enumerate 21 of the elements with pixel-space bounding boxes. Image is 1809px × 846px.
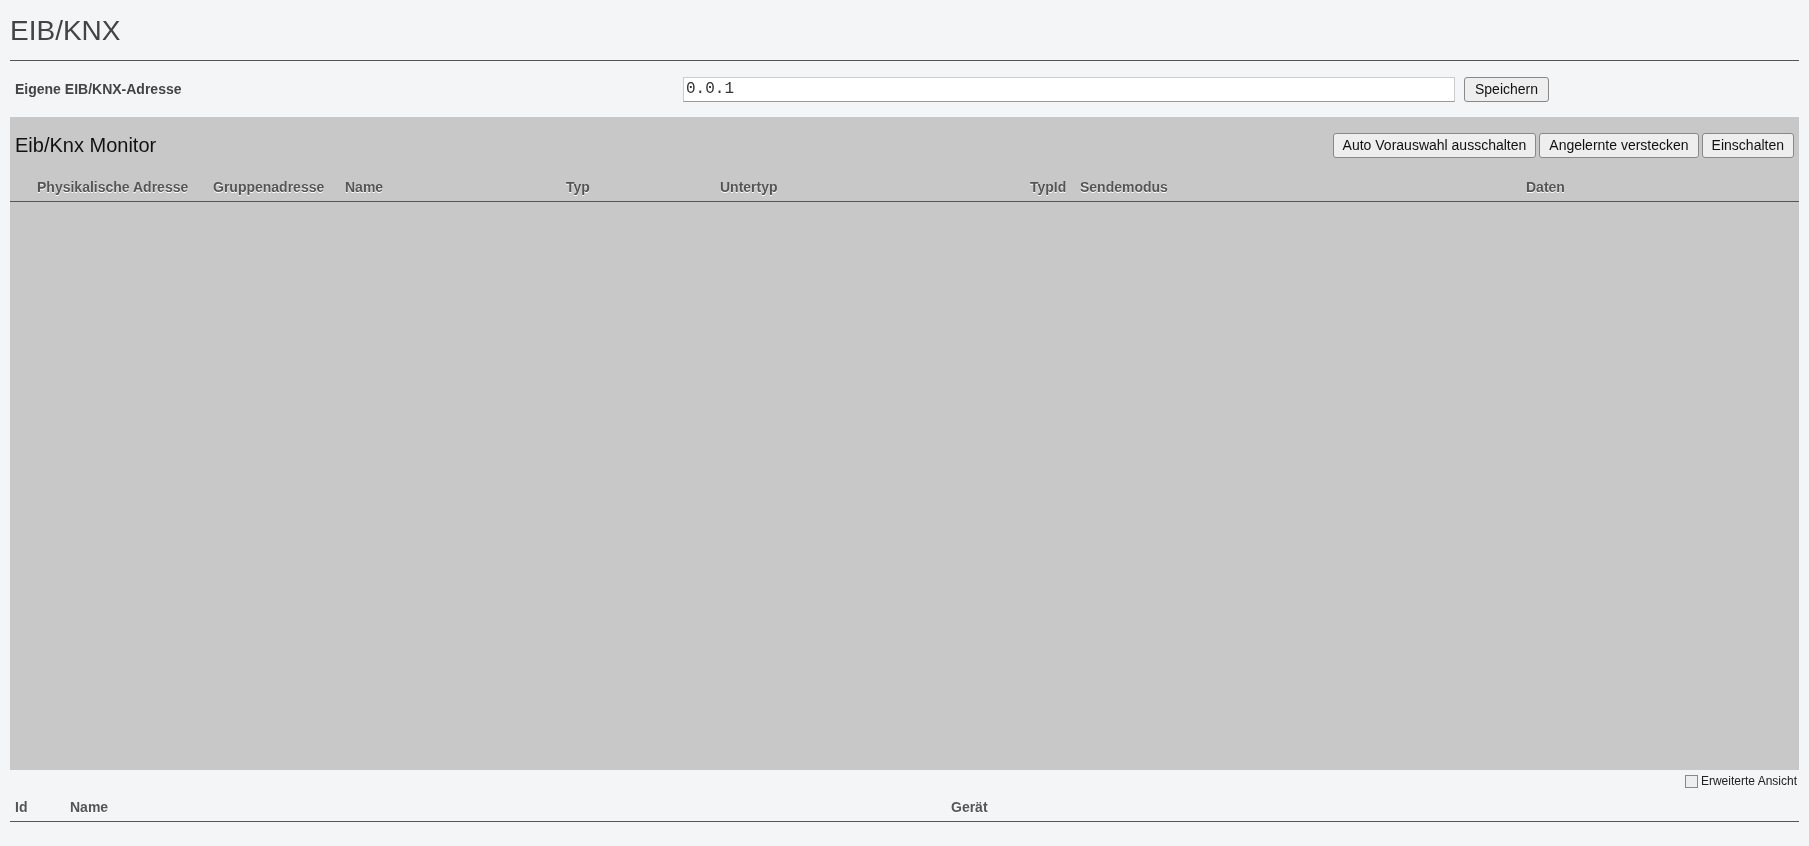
column-header: Name <box>70 798 109 815</box>
checkbox[interactable] <box>1684 774 1698 788</box>
column-header: Id <box>15 798 28 815</box>
page-title: EIB/KNX <box>10 14 122 48</box>
save-button[interactable]: Speichern <box>1464 76 1550 102</box>
column-header: Physikalische Adresse <box>37 178 189 195</box>
checkbox-label: Erweiterte Ansicht <box>1700 773 1797 790</box>
column-header: Gerät <box>951 798 988 815</box>
field-label: Eigene EIB/KNX-Adresse <box>14 79 183 99</box>
monitor-title: Eib/Knx Monitor <box>15 132 157 158</box>
column-header: Gruppenadresse <box>213 178 325 195</box>
toolbar-button[interactable]: Auto Vorauswahl ausschalten <box>1332 133 1537 158</box>
address-field[interactable]: 0.0.1 <box>683 76 1455 102</box>
column-header: Untertyp <box>720 178 778 195</box>
toolbar-button[interactable]: Einschalten <box>1701 133 1794 158</box>
toolbar-button[interactable]: Angelernte verstecken <box>1539 133 1699 158</box>
column-header: Daten <box>1526 178 1565 195</box>
column-header: TypId <box>1030 178 1067 195</box>
column-header: Name <box>345 178 384 195</box>
column-header: Sendemodus <box>1080 178 1168 195</box>
column-header: Typ <box>566 178 590 195</box>
